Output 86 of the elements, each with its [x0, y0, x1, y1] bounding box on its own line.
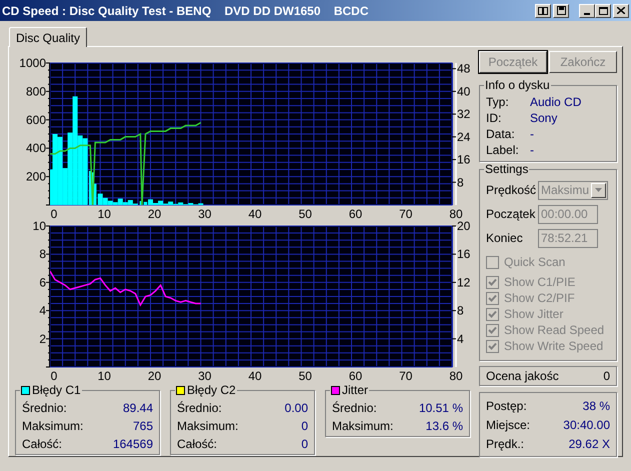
axis-label: 4 [457, 332, 464, 346]
axis-label: 60 [348, 207, 362, 221]
stat-label: Średnio: [177, 400, 222, 417]
stat-value: 10.51 % [418, 400, 463, 417]
progress-value: 29.62 X [568, 436, 610, 452]
axis-label: 800 [26, 84, 46, 98]
field-label: Koniec [486, 230, 524, 247]
axis-label: 0 [50, 207, 58, 221]
axis-label: 24 [457, 130, 470, 144]
stat-label: Średnio: [332, 400, 377, 417]
axis-label: 10 [98, 369, 111, 381]
info-label: Typ: [486, 94, 510, 111]
checkbox-label: Show C2/PIF [504, 290, 575, 307]
axis-label: 70 [399, 207, 412, 221]
axis-label: 70 [399, 369, 412, 381]
axis-label: 400 [26, 141, 46, 156]
stat-value: 0.00 [284, 400, 308, 417]
info-value: Sony [530, 110, 558, 127]
group-title: Settings [484, 161, 530, 178]
axis-label: 50 [298, 369, 312, 381]
axis-label: 8 [457, 175, 464, 190]
axis-label: 12 [457, 275, 470, 290]
axis-label: 0 [50, 369, 58, 381]
progress-value: 38 % [582, 398, 610, 414]
axis-label: 600 [26, 112, 46, 127]
checkbox-label: Show Read Speed [504, 322, 604, 339]
axis-label: 6 [39, 275, 46, 290]
stat-value: 164569 [112, 436, 153, 453]
stat-label: Średnio: [22, 400, 67, 417]
checkbox-label: Show Jitter [504, 306, 564, 323]
info-label: Data: [486, 126, 516, 143]
progress-value: 30:40.00 [563, 416, 610, 434]
axis-label: 8 [457, 304, 464, 318]
field-label: Początek [486, 206, 536, 223]
checkbox-label: Show Write Speed [504, 338, 604, 355]
axis-label: 16 [457, 152, 470, 167]
info-value: - [530, 142, 534, 159]
axis-label: 20 [457, 221, 470, 233]
axis-label: 10 [32, 221, 46, 233]
stat-label: Maksimum: [332, 418, 394, 435]
stat-label: Maksimum: [22, 418, 84, 435]
window-title: CD Speed : Disc Quality Test - BENQ DVD DD DW1650 BCDC [2, 2, 369, 20]
field-label: Prędkość [486, 182, 538, 199]
stat-value: 765 [132, 418, 153, 435]
progress-label: Postęp: [486, 398, 527, 414]
axis-label: 10 [98, 207, 111, 221]
info-label: ID: [486, 110, 502, 127]
axis-label: 1000 [19, 56, 46, 70]
checkbox-label: Quick Scan [504, 254, 566, 271]
stat-value: 13.6 % [426, 418, 463, 435]
checkbox-label: Show C1/PIE [504, 274, 576, 291]
axis-label: 20 [148, 207, 162, 221]
axis-label: 30 [198, 207, 212, 221]
axis-label: 8 [39, 247, 46, 262]
rating-label: Ocena jakośc [486, 368, 559, 385]
axis-label: 40 [457, 84, 470, 98]
axis-label: 40 [248, 207, 262, 221]
stat-label: Maksimum: [177, 418, 238, 435]
axis-label: 80 [449, 207, 463, 221]
stat-label: Całość: [22, 436, 62, 453]
stat-value: 0 [301, 418, 308, 435]
axis-label: 16 [457, 247, 470, 262]
axis-label: 200 [26, 170, 46, 184]
group-title: Info o dysku [484, 77, 551, 94]
axis-label: 48 [457, 62, 470, 76]
progress-label: Miejsce: [486, 416, 530, 434]
group-title: Błędy C2 [187, 382, 236, 399]
axis-label: 50 [298, 207, 312, 221]
axis-label: 30 [198, 369, 212, 381]
group-title: Błędy C1 [32, 382, 81, 399]
stat-label: Całość: [177, 436, 218, 453]
info-label: Label: [486, 142, 520, 159]
axis-label: 80 [449, 369, 463, 381]
axis-label: 32 [457, 107, 470, 122]
rating-value: 0 [603, 368, 610, 385]
axis-label: 60 [348, 369, 362, 381]
axis-label: 2 [39, 332, 46, 346]
progress-label: Prędk.: [486, 436, 524, 452]
axis-label: 40 [248, 369, 262, 381]
axis-label: 20 [148, 369, 162, 381]
info-value: - [530, 126, 534, 143]
axis-label: 4 [39, 304, 46, 318]
info-value: Audio CD [530, 94, 582, 111]
stat-value: 0 [301, 436, 308, 453]
group-title: Jitter [342, 382, 368, 399]
stat-value: 89.44 [122, 400, 153, 417]
